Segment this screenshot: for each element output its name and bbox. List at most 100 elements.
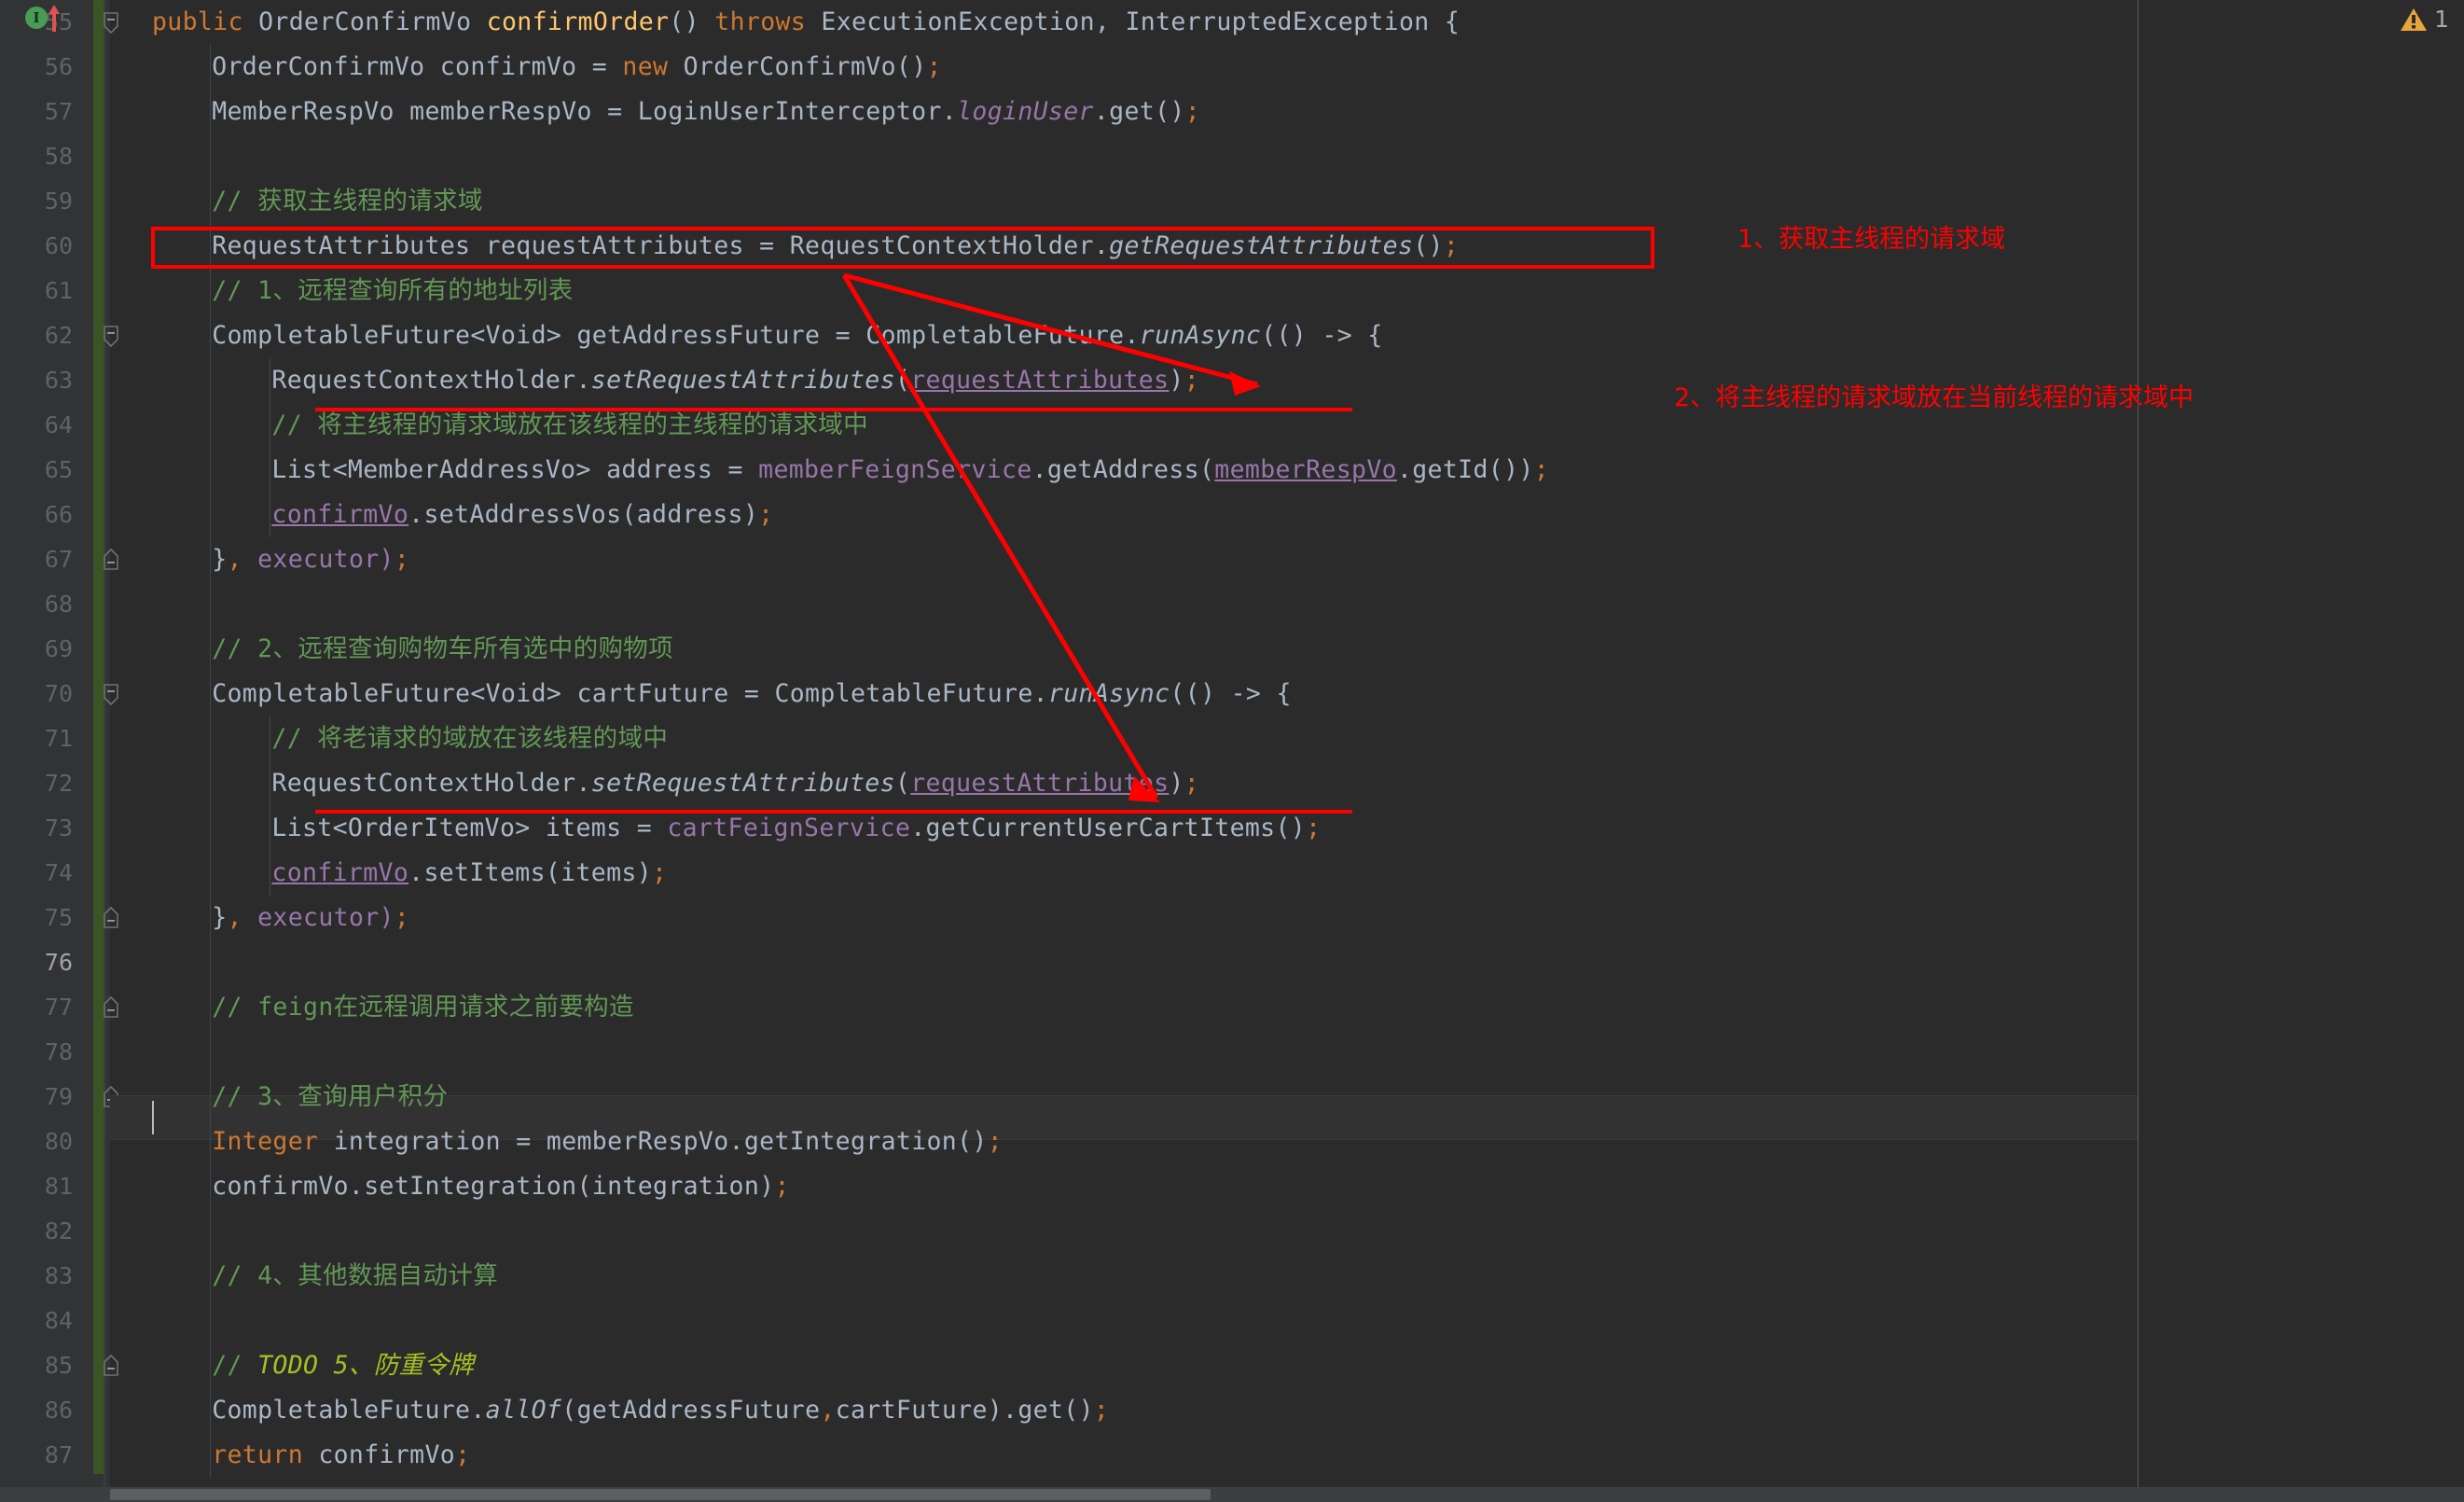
code-token: ; [774,1172,790,1201]
code-line[interactable]: // feign在远程调用请求之前要构造 [212,985,634,1030]
code-line[interactable]: CompletableFuture.allOf(getAddressFuture… [212,1388,1109,1433]
code-token: ; [652,858,668,887]
code-token: setRequestAttributes [590,769,895,798]
code-token: ) [1169,366,1184,395]
code-token: ; [1184,366,1200,395]
code-token: // 2、远程查询购物车所有选中的购物项 [212,634,674,663]
code-line[interactable]: List<MemberAddressVo> address = memberFe… [271,448,1549,493]
line-number: 72 [44,770,73,797]
line-number: 87 [44,1441,73,1468]
code-line[interactable]: // 将老请求的域放在该线程的域中 [271,716,668,761]
code-token: ; [987,1127,1004,1156]
code-line[interactable]: // 2、远程查询购物车所有选中的购物项 [212,627,673,672]
line-number: 65 [44,456,73,483]
code-token: List<OrderItemVo> items = [271,814,668,842]
code-line[interactable]: // TODO 5、防重令牌 [212,1343,474,1388]
indent-guide [210,45,212,1478]
right-margin-guide [2138,0,2139,1502]
code-line[interactable]: // 获取主线程的请求域 [212,179,483,224]
code-token: (getAddressFuture [561,1396,821,1425]
code-token: requestAttributes [910,769,1170,798]
line-number: 81 [44,1173,73,1200]
code-token: .getId()) [1396,455,1534,484]
line-number: 77 [44,994,73,1021]
warning-triangle-icon[interactable] [2400,7,2428,33]
line-number: 68 [44,591,73,618]
code-token: memberRespVo [1214,455,1397,484]
code-token: RequestContextHolder. [271,366,591,395]
code-line[interactable]: RequestContextHolder.setRequestAttribute… [271,761,1199,806]
line-number: 83 [44,1262,73,1289]
code-token: ; [1184,97,1200,126]
code-token: TODO 5、防重令牌 [257,1351,475,1380]
code-line[interactable]: // 4、其他数据自动计算 [212,1254,498,1299]
inspection-status-widget[interactable]: 1 [2400,6,2449,33]
code-token: // 将老请求的域放在该线程的域中 [271,724,669,753]
code-token: confirmVo [303,1440,456,1469]
code-line[interactable]: return confirmVo; [212,1433,470,1478]
line-number: 86 [44,1397,73,1424]
line-number: 76 [44,949,73,976]
code-line[interactable]: }, executor); [212,896,409,940]
code-token: ) [1169,769,1184,798]
code-line[interactable]: confirmVo.setAddressVos(address); [271,493,773,537]
code-token: allOf [485,1396,562,1425]
line-number: 61 [44,277,73,304]
override-up-arrow-icon[interactable] [47,4,62,32]
code-token: cartFuture).get() [835,1396,1094,1425]
code-token: RequestAttributes requestAttributes = Re… [212,231,1110,260]
code-line[interactable]: MemberRespVo memberRespVo = LoginUserInt… [212,90,1200,134]
code-token: , [227,545,242,574]
code-token: .getCurrentUserCartItems() [910,814,1307,842]
code-editor[interactable]: 55 56 57 58 59 60 61 62 63 64 65 66 67 68 69 70 71 72 73 74… [0,0,2464,1502]
line-number: 74 [44,859,73,886]
line-number: 80 [44,1128,73,1155]
line-number: 58 [44,143,73,170]
code-token: // 1、远程查询所有的地址列表 [212,276,574,305]
line-number: 67 [44,546,73,573]
code-token: (() -> { [1170,679,1292,708]
code-token: // 3、查询用户积分 [212,1082,449,1111]
line-number: 70 [44,680,73,707]
code-line[interactable]: // 1、远程查询所有的地址列表 [212,269,573,313]
code-line[interactable]: OrderConfirmVo confirmVo = new OrderConf… [212,45,942,90]
code-token: ; [1093,1396,1110,1425]
code-line[interactable]: CompletableFuture<Void> cartFuture = Com… [212,672,1292,716]
code-line[interactable]: // 将主线程的请求域放在该线程的主线程的请求域中 [271,403,868,448]
code-token: .setItems(items) [408,858,653,887]
code-token: ; [1443,231,1460,260]
code-line[interactable]: List<OrderItemVo> items = cartFeignServi… [271,806,1321,851]
code-token: cartFeignService [667,814,911,842]
code-token: OrderConfirmVo confirmVo = [212,52,623,81]
code-line[interactable]: // 3、查询用户积分 [212,1075,448,1120]
line-number: 62 [44,322,73,349]
code-line[interactable]: RequestAttributes requestAttributes = Re… [212,224,1459,269]
code-token: // feign在远程调用请求之前要构造 [212,993,634,1022]
line-number: 66 [44,501,73,528]
code-token: ; [394,903,410,932]
code-token: (() -> { [1261,321,1383,350]
code-token: () [669,7,715,36]
line-number: 56 [44,53,73,80]
code-line[interactable]: public OrderConfirmVo confirmOrder() thr… [152,0,1460,45]
horizontal-scrollbar-track[interactable] [0,1487,2464,1502]
code-line[interactable]: confirmVo.setItems(items); [271,851,667,896]
code-token: .setAddressVos(address) [408,500,759,529]
code-line[interactable]: RequestContextHolder.setRequestAttribute… [271,358,1199,403]
code-line[interactable]: confirmVo.setIntegration(integration); [212,1164,790,1209]
horizontal-scrollbar-thumb[interactable] [110,1489,1211,1500]
code-content-area[interactable]: public OrderConfirmVo confirmOrder() thr… [110,0,2464,1502]
code-token: memberFeignService [758,455,1032,484]
vcs-change-stripe[interactable] [93,0,104,1474]
code-token: // 4、其他数据自动计算 [212,1261,499,1290]
code-token: confirmVo.setIntegration(integration) [212,1172,775,1201]
editor-gutter[interactable]: 55 56 57 58 59 60 61 62 63 64 65 66 67 68 69 70 71 72 73 74… [0,0,118,1502]
code-token: RequestContextHolder. [271,769,591,798]
code-line[interactable]: }, executor); [212,537,409,582]
code-line[interactable]: Integer integration = memberRespVo.getIn… [212,1120,1003,1164]
code-line[interactable]: CompletableFuture<Void> getAddressFuture… [212,313,1382,358]
code-token: // [212,1351,258,1380]
interface-implementation-icon[interactable]: I [25,7,48,29]
code-token: ; [1184,769,1200,798]
code-token: CompletableFuture<Void> getAddressFuture… [212,321,1140,350]
